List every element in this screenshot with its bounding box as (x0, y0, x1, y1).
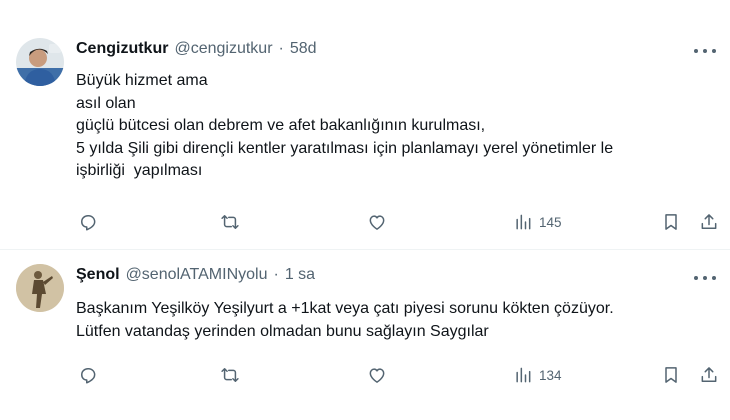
tweet-text: Büyük hizmet ama asıl olan güçlü bütcesi… (76, 70, 726, 183)
views-button[interactable]: 145 (513, 210, 562, 234)
retweet-icon (221, 215, 239, 229)
tweet-text-line: işbirliği yapılması (76, 162, 203, 179)
tweet-header: Şenol @senolATAMINyolu · 1 sa (76, 266, 315, 284)
timestamp[interactable]: 58d (290, 40, 317, 58)
reply-icon (81, 368, 96, 384)
like-button[interactable] (367, 363, 387, 387)
views-icon (516, 214, 531, 230)
retweet-icon (221, 368, 239, 382)
separator: · (273, 266, 279, 283)
author-handle[interactable]: @senolATAMINyolu (126, 266, 268, 284)
tweet-text: Başkanım Yeşilköy Yeşilyurt a +1kat veya… (76, 298, 726, 343)
views-button[interactable]: 134 (513, 363, 562, 387)
tweet-text-line: Başkanım Yeşilköy Yeşilyurt a +1kat veya… (76, 300, 614, 317)
tweet-text-line: Lütfen vatandaş yerinden olmadan bunu sa… (76, 322, 489, 340)
share-icon (701, 367, 717, 382)
timestamp[interactable]: 1 sa (285, 266, 315, 284)
reply-button[interactable] (78, 210, 98, 234)
author-name[interactable]: Şenol (76, 266, 120, 284)
retweet-button[interactable] (220, 363, 240, 387)
more-icon[interactable] (694, 270, 716, 286)
views-icon (516, 367, 531, 383)
avatar[interactable] (16, 264, 64, 312)
action-bar: 145 (76, 210, 726, 234)
tweet-text-line: güçlü bütcesi olan debrem ve afet bakanl… (76, 117, 486, 134)
author-name[interactable]: Cengizutkur (76, 40, 168, 58)
reply-icon (81, 215, 96, 231)
tweet-1[interactable]: Cengizutkur @cengizutkur · 58d Büyük hiz… (0, 0, 730, 250)
author-handle[interactable]: @cengizutkur (174, 40, 272, 58)
bookmark-icon (665, 367, 677, 383)
more-icon[interactable] (694, 43, 716, 59)
reply-button[interactable] (78, 363, 98, 387)
avatar[interactable] (16, 38, 64, 86)
action-bar: 134 (76, 363, 726, 387)
tweet-text-line: asıl olan (76, 94, 136, 112)
bookmark-button[interactable] (661, 210, 681, 234)
tweet-header: Cengizutkur @cengizutkur · 58d (76, 40, 317, 58)
share-button[interactable] (699, 363, 719, 387)
tweet-text-line: Büyük hizmet ama (76, 72, 208, 89)
like-icon (369, 215, 385, 230)
views-count: 134 (539, 367, 562, 383)
share-icon (701, 214, 717, 229)
share-button[interactable] (699, 210, 719, 234)
bookmark-icon (665, 214, 677, 230)
retweet-button[interactable] (220, 210, 240, 234)
separator: · (278, 40, 284, 57)
bookmark-button[interactable] (661, 363, 681, 387)
like-button[interactable] (367, 210, 387, 234)
tweet-text-line: 5 yılda Şili gibi dirençli kentler yarat… (76, 139, 614, 157)
views-count: 145 (539, 214, 562, 230)
like-icon (369, 368, 385, 383)
